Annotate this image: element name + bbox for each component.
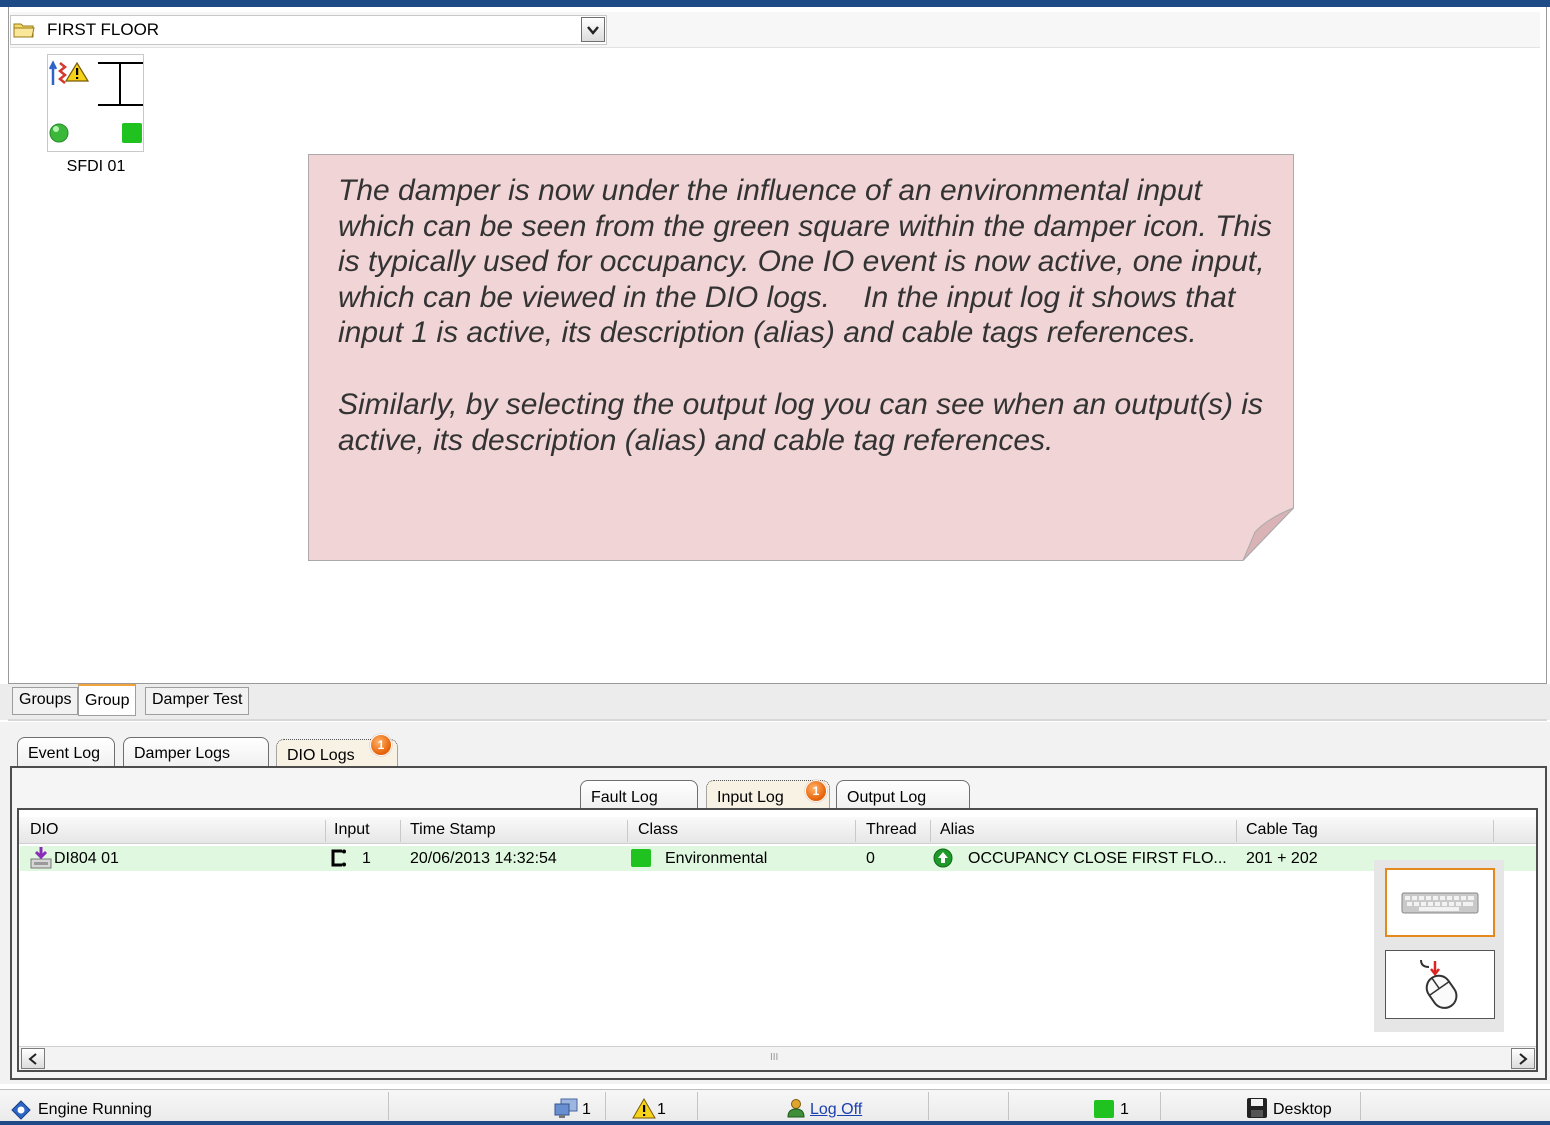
annotation-paragraph-1: The damper is now under the influence of… <box>338 174 1281 350</box>
column-header-alias[interactable]: Alias <box>940 821 975 839</box>
status-divider <box>928 1092 929 1120</box>
tab-damper-test[interactable]: Damper Test <box>145 687 250 715</box>
chevron-right-icon <box>1519 1052 1528 1065</box>
scroll-left-button[interactable] <box>21 1048 45 1069</box>
tab-fault-log[interactable]: Fault Log <box>580 780 698 809</box>
warning-count: 1 <box>657 1101 666 1118</box>
desktop-label: Desktop <box>1273 1101 1332 1118</box>
folder-icon <box>13 21 35 38</box>
column-separator[interactable] <box>855 820 856 842</box>
device-label: SFDI 01 <box>66 158 126 175</box>
tab-input-log-label: Input Log <box>717 789 784 806</box>
tab-group[interactable]: Group <box>78 684 137 716</box>
column-separator[interactable] <box>400 820 401 842</box>
annotation-text: The damper is now under the influence of… <box>338 173 1283 458</box>
cell-thread: 0 <box>866 850 875 867</box>
damper-symbol-icon <box>98 62 143 106</box>
tab-groups[interactable]: Groups <box>12 687 79 715</box>
divider <box>8 719 1547 721</box>
annotation-paragraph-2: Similarly, by selecting the output log y… <box>338 387 1263 457</box>
green-status-ball-icon <box>49 123 69 143</box>
green-up-arrow-icon <box>933 848 953 873</box>
column-separator[interactable] <box>1236 820 1237 842</box>
scroll-right-button[interactable] <box>1511 1048 1535 1069</box>
engine-status: Engine Running <box>38 1101 152 1118</box>
group-path-label: FIRST FLOOR <box>47 20 160 39</box>
cell-input: 1 <box>362 850 371 867</box>
floppy-disk-icon <box>1246 1097 1268 1124</box>
status-divider <box>1008 1092 1009 1120</box>
column-separator[interactable] <box>325 820 326 842</box>
column-header-thread[interactable]: Thread <box>866 821 917 839</box>
tab-dio-logs-label: DIO Logs <box>287 747 355 764</box>
input-bracket-icon <box>330 849 348 872</box>
tab-output-log[interactable]: Output Log <box>836 780 970 809</box>
column-header-time-stamp[interactable]: Time Stamp <box>410 821 496 839</box>
column-separator[interactable] <box>627 820 628 842</box>
cell-dio: DI804 01 <box>54 850 119 867</box>
network-icon <box>553 1097 579 1124</box>
chevron-down-icon <box>587 25 599 35</box>
status-divider <box>388 1092 389 1120</box>
log-off-link[interactable]: Log Off <box>810 1101 862 1119</box>
green-square-icon <box>122 123 142 143</box>
environmental-count: 1 <box>1120 1101 1129 1118</box>
dropdown-button[interactable] <box>581 17 605 42</box>
user-icon <box>787 1098 805 1123</box>
window-top-border <box>0 0 1550 7</box>
cell-cable-tag: 201 + 202 <box>1246 850 1318 867</box>
window-bottom-border <box>0 1121 1550 1125</box>
column-header-class[interactable]: Class <box>638 821 678 839</box>
dio-logs-count-badge: 1 <box>370 734 392 756</box>
tab-event-log[interactable]: Event Log <box>17 737 115 767</box>
cell-alias: OCCUPANCY CLOSE FIRST FLO... <box>968 850 1227 867</box>
network-count: 1 <box>582 1101 591 1118</box>
damper-device-tile[interactable] <box>47 54 144 152</box>
scroll-thumb-grip[interactable]: III <box>770 1052 778 1063</box>
column-header-input[interactable]: Input <box>334 821 370 839</box>
tab-damper-logs[interactable]: Damper Logs <box>123 737 269 767</box>
chevron-left-icon <box>28 1052 37 1065</box>
column-header-cable-tag[interactable]: Cable Tag <box>1246 821 1318 839</box>
keyboard-icon <box>1401 892 1479 913</box>
mouse-button[interactable] <box>1385 950 1495 1019</box>
column-header-dio[interactable]: DIO <box>30 821 58 839</box>
status-divider <box>697 1092 698 1120</box>
column-separator[interactable] <box>930 820 931 842</box>
status-divider <box>1160 1092 1161 1120</box>
mouse-icon <box>1420 959 1458 1009</box>
status-arrows-icon <box>48 60 68 85</box>
warning-icon <box>64 61 90 82</box>
input-log-count-badge: 1 <box>805 780 827 802</box>
column-separator[interactable] <box>1493 820 1494 842</box>
status-divider <box>1360 1092 1361 1120</box>
dio-module-icon <box>28 846 54 875</box>
cell-class: Environmental <box>665 850 768 867</box>
keyboard-button[interactable] <box>1385 868 1495 937</box>
cell-time-stamp: 20/06/2013 14:32:54 <box>410 850 557 867</box>
status-divider <box>605 1092 606 1120</box>
green-square-icon <box>630 848 652 873</box>
